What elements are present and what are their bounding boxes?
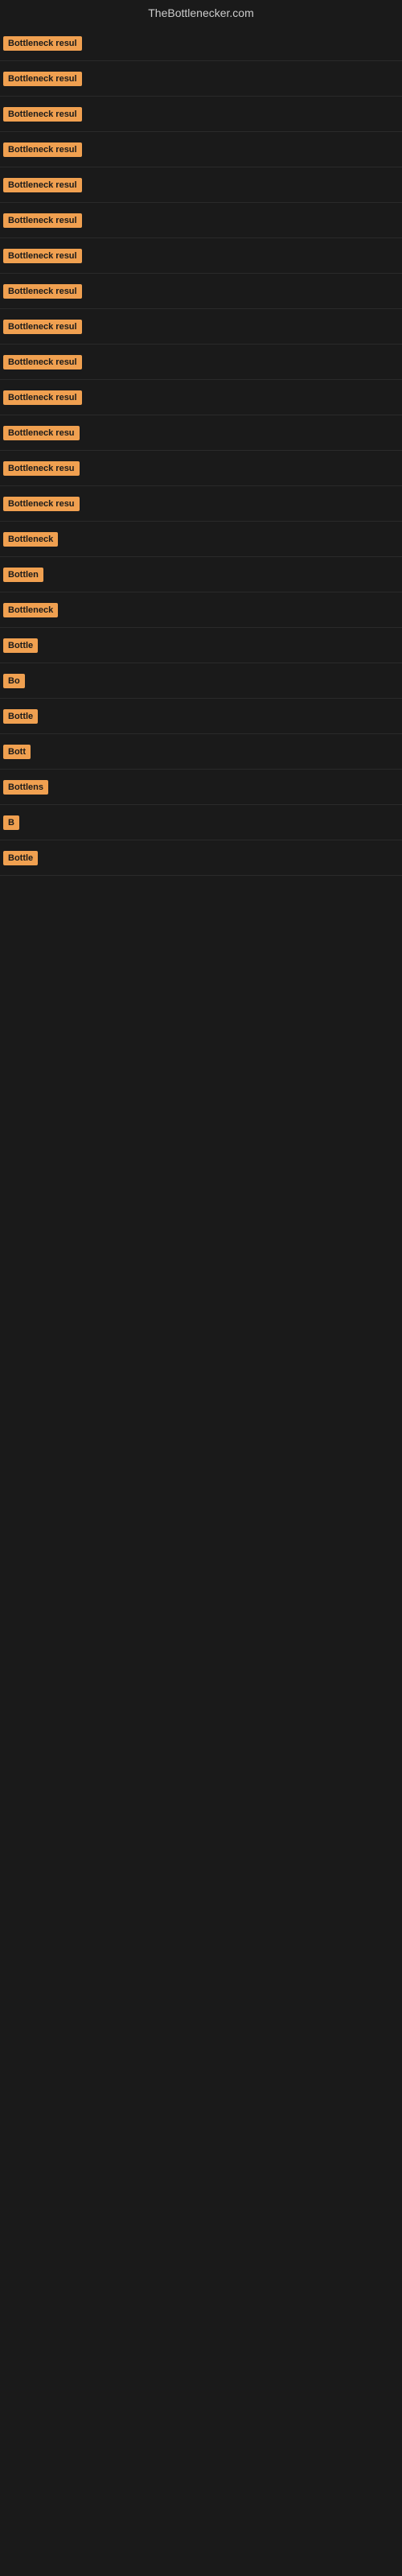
bottleneck-result-badge: Bottleneck	[3, 603, 58, 617]
list-item[interactable]: Bottle	[0, 699, 402, 734]
bottleneck-result-badge: Bottleneck resul	[3, 36, 82, 51]
list-item[interactable]: Bottleneck resul	[0, 61, 402, 97]
bottleneck-result-badge: Bottle	[3, 709, 38, 724]
list-item[interactable]: Bottleneck resu	[0, 486, 402, 522]
bottleneck-result-badge: Bottlen	[3, 568, 43, 582]
list-item[interactable]: Bottleneck	[0, 522, 402, 557]
list-item[interactable]: Bo	[0, 663, 402, 699]
bottleneck-result-badge: Bottle	[3, 851, 38, 865]
bottleneck-result-badge: Bottlens	[3, 780, 48, 795]
list-item[interactable]: Bottleneck resul	[0, 132, 402, 167]
bottleneck-result-badge: Bottleneck resu	[3, 497, 80, 511]
list-item[interactable]: Bottleneck resul	[0, 380, 402, 415]
list-item[interactable]: Bottleneck resul	[0, 274, 402, 309]
bottleneck-result-badge: Bottleneck	[3, 532, 58, 547]
list-item[interactable]: Bottle	[0, 840, 402, 876]
list-item[interactable]: Bottleneck resul	[0, 345, 402, 380]
bottleneck-result-badge: Bottleneck resul	[3, 178, 82, 192]
list-item[interactable]: Bottleneck resul	[0, 203, 402, 238]
list-item[interactable]: Bott	[0, 734, 402, 770]
bottleneck-result-badge: Bott	[3, 745, 31, 759]
bottleneck-result-badge: Bottleneck resul	[3, 213, 82, 228]
bottleneck-result-badge: Bo	[3, 674, 25, 688]
list-item[interactable]: Bottlen	[0, 557, 402, 592]
list-item[interactable]: Bottlens	[0, 770, 402, 805]
list-item[interactable]: B	[0, 805, 402, 840]
bottleneck-result-badge: B	[3, 815, 19, 830]
list-item[interactable]: Bottleneck resul	[0, 238, 402, 274]
list-item[interactable]: Bottleneck resu	[0, 415, 402, 451]
bottleneck-result-badge: Bottleneck resul	[3, 390, 82, 405]
bottleneck-result-badge: Bottleneck resul	[3, 72, 82, 86]
list-item[interactable]: Bottleneck resul	[0, 97, 402, 132]
list-item[interactable]: Bottleneck resu	[0, 451, 402, 486]
bottleneck-result-badge: Bottleneck resul	[3, 142, 82, 157]
bottleneck-result-badge: Bottleneck resu	[3, 461, 80, 476]
bottleneck-result-badge: Bottleneck resul	[3, 107, 82, 122]
list-item[interactable]: Bottleneck resul	[0, 309, 402, 345]
list-item[interactable]: Bottleneck	[0, 592, 402, 628]
site-title: TheBottlenecker.com	[0, 0, 402, 26]
bottleneck-result-badge: Bottle	[3, 638, 38, 653]
bottleneck-result-badge: Bottleneck resul	[3, 249, 82, 263]
list-item[interactable]: Bottle	[0, 628, 402, 663]
list-item[interactable]: Bottleneck resul	[0, 26, 402, 61]
list-item[interactable]: Bottleneck resul	[0, 167, 402, 203]
bottleneck-result-badge: Bottleneck resul	[3, 284, 82, 299]
bottleneck-result-badge: Bottleneck resul	[3, 355, 82, 369]
bottleneck-result-badge: Bottleneck resu	[3, 426, 80, 440]
bottleneck-result-badge: Bottleneck resul	[3, 320, 82, 334]
